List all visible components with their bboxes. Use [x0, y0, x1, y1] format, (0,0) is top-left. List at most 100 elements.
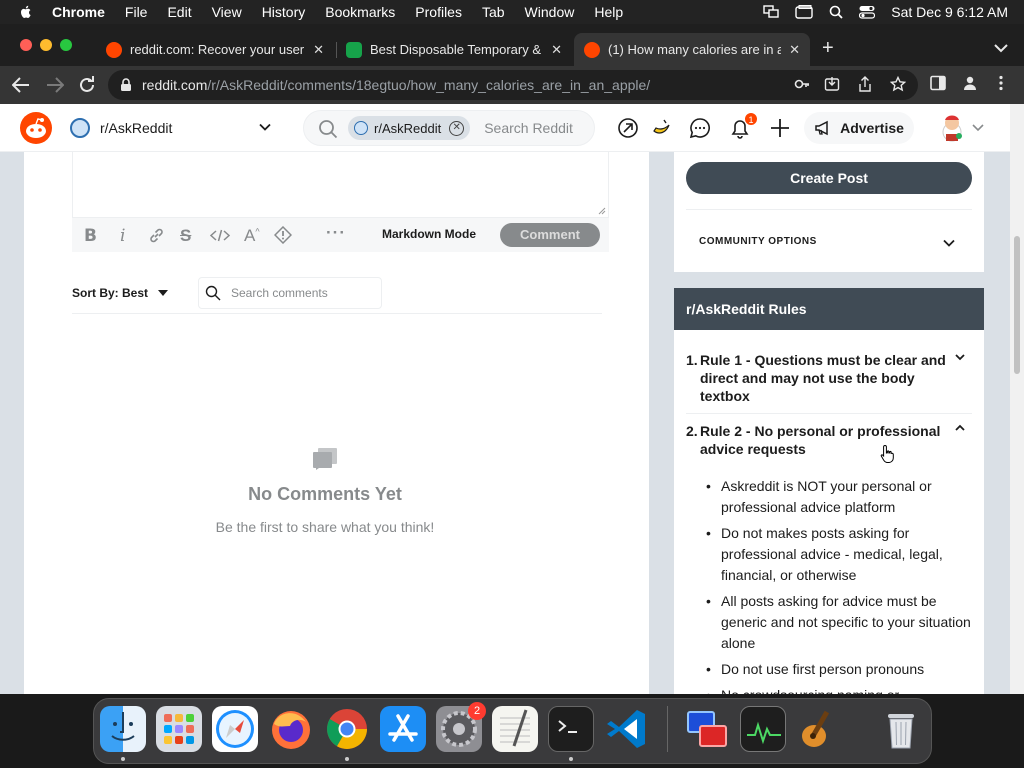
- comment-button[interactable]: Comment: [500, 223, 600, 247]
- community-options-toggle[interactable]: COMMUNITY OPTIONS: [699, 236, 817, 247]
- menu-bookmarks[interactable]: Bookmarks: [325, 4, 395, 20]
- menu-file[interactable]: File: [125, 4, 148, 20]
- control-center-icon[interactable]: [859, 5, 876, 19]
- sort-comments-dropdown[interactable]: Sort By: Best: [72, 286, 169, 300]
- menu-history[interactable]: History: [262, 4, 306, 20]
- forward-icon[interactable]: [46, 77, 64, 93]
- rule-number: 2.: [686, 423, 698, 439]
- reddit-search-bar[interactable]: r/AskReddit ✕ Search Reddit: [303, 110, 595, 146]
- chat-icon[interactable]: [689, 117, 711, 139]
- tab-reddit-recover[interactable]: reddit.com: Recover your usern ✕: [96, 33, 334, 66]
- strikethrough-icon[interactable]: S: [180, 226, 191, 246]
- rule-bullet: Askreddit is NOT your personal or profes…: [706, 476, 976, 518]
- rule-item-2[interactable]: 2. Rule 2 - No personal or professional …: [686, 422, 972, 458]
- create-post-button[interactable]: Create Post: [686, 162, 972, 194]
- divider: [686, 413, 972, 414]
- key-icon[interactable]: [794, 76, 810, 92]
- menu-profiles[interactable]: Profiles: [415, 4, 462, 20]
- markdown-mode-toggle[interactable]: Markdown Mode: [382, 227, 476, 241]
- vscode-icon[interactable]: [604, 706, 650, 752]
- address-bar[interactable]: reddit.com/r/AskReddit/comments/18egtuo/…: [108, 70, 918, 100]
- finder-icon[interactable]: [100, 706, 146, 752]
- tab-title: reddit.com: Recover your usern: [130, 42, 306, 57]
- more-options-icon[interactable]: ···: [326, 223, 346, 243]
- textedit-icon[interactable]: [492, 706, 538, 752]
- rule-number: 1.: [686, 352, 698, 368]
- url-host: reddit.com: [142, 77, 208, 93]
- menu-window[interactable]: Window: [525, 4, 575, 20]
- create-post-plus-icon[interactable]: [769, 117, 791, 139]
- lock-icon[interactable]: [120, 78, 132, 92]
- scrollbar-thumb[interactable]: [1014, 236, 1020, 374]
- minimize-window-button[interactable]: [40, 39, 52, 51]
- menubar-clock[interactable]: Sat Dec 9 6:12 AM: [891, 4, 1008, 20]
- reload-icon[interactable]: [78, 76, 96, 94]
- new-tab-icon[interactable]: +: [822, 38, 834, 58]
- tab-temp-mail[interactable]: Best Disposable Temporary & F ✕: [336, 33, 572, 66]
- chevron-down-icon[interactable]: [954, 351, 966, 363]
- coins-banana-icon[interactable]: [650, 117, 672, 139]
- menu-view[interactable]: View: [212, 4, 242, 20]
- finder-running-indicator: [121, 757, 125, 761]
- firefox-icon[interactable]: [268, 706, 314, 752]
- community-selector[interactable]: r/AskReddit: [70, 113, 280, 143]
- close-tab-icon[interactable]: ✕: [313, 42, 324, 58]
- menu-app-name[interactable]: Chrome: [52, 4, 105, 20]
- spoiler-icon[interactable]: [274, 226, 292, 244]
- chevron-down-icon[interactable]: [942, 236, 956, 250]
- apple-icon[interactable]: [18, 4, 34, 20]
- search-scope-chip[interactable]: r/AskReddit ✕: [348, 116, 471, 140]
- window-icon[interactable]: [795, 5, 813, 19]
- tab-search-chevron-icon[interactable]: [994, 44, 1008, 53]
- comments-empty-icon: [313, 448, 337, 470]
- superscript-icon[interactable]: A^: [244, 226, 260, 246]
- trash-icon[interactable]: [878, 706, 924, 752]
- menu-tab[interactable]: Tab: [482, 4, 505, 20]
- menu-edit[interactable]: Edit: [167, 4, 191, 20]
- terminal-icon[interactable]: [548, 706, 594, 752]
- user-menu-chevron-icon[interactable]: [972, 124, 984, 132]
- user-avatar[interactable]: [938, 112, 966, 142]
- search-comments-input[interactable]: Search comments: [198, 277, 382, 309]
- rule-item-1[interactable]: 1. Rule 1 - Questions must be clear and …: [686, 351, 972, 405]
- safari-icon[interactable]: [212, 706, 258, 752]
- caret-down-icon: [158, 290, 169, 296]
- launchpad-icon[interactable]: [156, 706, 202, 752]
- install-app-icon[interactable]: [824, 76, 840, 92]
- activity-monitor-icon[interactable]: [740, 706, 786, 752]
- chevron-up-icon[interactable]: [954, 422, 966, 434]
- chrome-icon[interactable]: [324, 706, 370, 752]
- tab-calories-post[interactable]: (1) How many calories are in an ✕: [574, 33, 810, 66]
- share-icon[interactable]: [858, 76, 872, 92]
- link-icon[interactable]: [148, 227, 165, 244]
- advertise-button[interactable]: Advertise: [804, 112, 914, 144]
- close-window-button[interactable]: [20, 39, 32, 51]
- side-panel-icon[interactable]: [930, 75, 946, 91]
- italic-icon[interactable]: i: [120, 226, 125, 246]
- reddit-logo-icon[interactable]: [20, 112, 52, 144]
- remote-desktop-icon[interactable]: [684, 706, 730, 752]
- menu-help[interactable]: Help: [594, 4, 623, 20]
- screen-mirroring-icon[interactable]: [763, 5, 779, 19]
- close-tab-icon[interactable]: ✕: [551, 42, 562, 58]
- chrome-menu-icon[interactable]: [998, 75, 1004, 91]
- page-scrollbar[interactable]: [1010, 104, 1024, 694]
- garageband-icon[interactable]: [796, 706, 842, 752]
- bold-icon[interactable]: B: [84, 226, 97, 246]
- close-tab-icon[interactable]: ✕: [789, 42, 800, 58]
- bookmark-star-icon[interactable]: [890, 76, 906, 92]
- popular-arrow-icon[interactable]: [617, 117, 639, 139]
- comment-textarea[interactable]: [72, 152, 609, 218]
- app-store-icon[interactable]: [380, 706, 426, 752]
- resize-handle-icon[interactable]: [598, 207, 606, 215]
- community-name: r/AskReddit: [100, 120, 173, 136]
- tab-title: (1) How many calories are in an: [608, 42, 782, 57]
- divider: [72, 313, 602, 314]
- profile-icon[interactable]: [962, 75, 978, 91]
- browser-toolbar: reddit.com/r/AskReddit/comments/18egtuo/…: [0, 66, 1024, 104]
- inline-code-icon[interactable]: [210, 229, 230, 242]
- clear-scope-icon[interactable]: ✕: [449, 120, 465, 136]
- back-icon[interactable]: [12, 77, 30, 93]
- spotlight-search-icon[interactable]: [829, 5, 843, 19]
- zoom-window-button[interactable]: [60, 39, 72, 51]
